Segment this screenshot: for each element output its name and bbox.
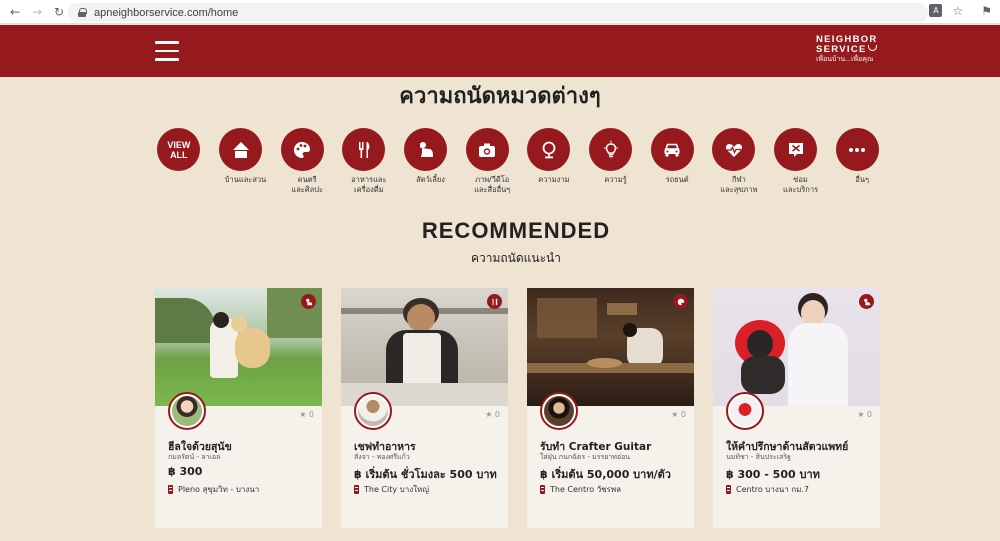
avatar[interactable]	[168, 392, 206, 430]
translate-icon[interactable]: A	[929, 4, 943, 17]
house-icon	[219, 128, 262, 171]
category-label: กีฬา และสุขภาพ	[720, 175, 758, 194]
category-photo-video[interactable]: ภาพ/วีดีโอ และสื่ออื่นๆ	[456, 128, 518, 195]
lightbulb-icon	[589, 128, 633, 171]
category-label: สัตว์เลี้ยง	[416, 175, 445, 184]
utensils-icon	[342, 128, 386, 171]
car-icon	[650, 128, 694, 171]
card-photo	[527, 288, 694, 406]
building-icon	[168, 485, 173, 494]
category-music-art[interactable]: ดนตรี และศิลปะ	[271, 128, 333, 195]
service-card[interactable]: ★ 0 ให้คำปรึกษาด้านสัตวแพทย์ นมทิชา - สิ…	[713, 288, 880, 528]
card-location: The City บางใหญ่	[354, 483, 429, 496]
categories-title: ความถนัดหมวดต่างๆ	[399, 84, 601, 109]
utensils-icon	[487, 294, 502, 309]
rating: ★ 0	[671, 410, 686, 419]
card-price: ฿ เริ่มต้น 50,000 บาท/ตัว	[540, 468, 671, 481]
card-owner: กมลรัตน์ - ลาเอล	[168, 453, 221, 461]
recommended-subtitle: ความถนัดแนะนำ	[471, 251, 561, 265]
rating-value: 0	[308, 410, 314, 419]
logo-line2: SERVICE	[816, 44, 867, 55]
rating-value: 0	[494, 410, 500, 419]
avatar[interactable]	[540, 392, 578, 430]
rating: ★ 0	[299, 410, 314, 419]
tools-icon	[774, 128, 818, 171]
location-text: The Centro วัชรพล	[550, 485, 622, 494]
rating: ★ 0	[485, 410, 500, 419]
card-owner: สังจา - ทองศรีแก้ว	[354, 453, 410, 461]
category-others[interactable]: อื่นๆ	[826, 128, 888, 195]
logo-tagline: เพื่อนบ้าน...เพื่อคุณ	[816, 56, 874, 63]
category-sports-health[interactable]: กีฬา และสุขภาพ	[703, 128, 765, 195]
card-price: ฿ เริ่มต้น ชั่วโมงละ 500 บาท	[354, 468, 497, 481]
camera-icon	[465, 128, 509, 171]
view-all-label: VIEW ALL	[167, 139, 191, 160]
heartbeat-icon	[712, 128, 756, 171]
category-automotive[interactable]: รถยนต์	[641, 128, 703, 195]
mirror-icon	[527, 128, 571, 171]
menu-icon[interactable]	[155, 41, 179, 61]
card-location: Pleno สุขุมวิท - บางนา	[168, 483, 259, 496]
avatar[interactable]	[354, 392, 392, 430]
category-label: ซ่อม และบริการ	[783, 175, 819, 194]
category-label: บ้านและสวน	[224, 175, 267, 184]
brand-logo[interactable]: NEIGHBOR SERVICE เพื่อนบ้าน...เพื่อคุณ	[816, 35, 878, 65]
forward-icon[interactable]: →	[30, 5, 44, 19]
category-home-garden[interactable]: บ้านและสวน	[210, 128, 272, 195]
card-price: ฿ 300 - 500 บาท	[726, 468, 820, 481]
more-icon	[835, 128, 879, 171]
category-label: ความรู้	[604, 175, 627, 184]
site-header: NEIGHBOR SERVICE เพื่อนบ้าน...เพื่อคุณ	[0, 25, 1000, 77]
reload-icon[interactable]: ↻	[52, 5, 66, 19]
star-icon[interactable]: ☆	[952, 4, 963, 18]
category-knowledge[interactable]: ความรู้	[580, 128, 642, 195]
dog-icon	[859, 294, 874, 309]
category-label: อื่นๆ	[855, 175, 870, 184]
dog-icon	[404, 128, 448, 171]
building-icon	[540, 485, 545, 494]
location-text: Pleno สุขุมวิท - บางนา	[178, 485, 260, 494]
category-repair-service[interactable]: ซ่อม และบริการ	[765, 128, 827, 195]
building-icon	[726, 485, 731, 494]
category-beauty[interactable]: ความงาม	[518, 128, 580, 195]
browser-toolbar: ← → ↻ apneighborservice.com/home A ☆ ⚑	[0, 0, 1000, 24]
rating-value: 0	[680, 410, 686, 419]
category-label: ภาพ/วีดีโอ และสื่ออื่นๆ	[474, 175, 511, 194]
card-location: Centro บางนา กม.7	[726, 483, 809, 496]
address-bar[interactable]: apneighborservice.com/home	[68, 3, 928, 22]
service-card[interactable]: ★ 0 เชฟทำอาหาร สังจา - ทองศรีแก้ว ฿ เริ่…	[341, 288, 508, 528]
card-price: ฿ 300	[168, 465, 203, 478]
card-photo	[713, 288, 880, 406]
dog-icon	[301, 294, 316, 309]
building-icon	[354, 485, 359, 494]
card-photo	[155, 288, 322, 406]
service-card[interactable]: ★ 0 ฮีลใจด้วยสุนัข กมลรัตน์ - ลาเอล ฿ 30…	[155, 288, 322, 528]
palette-icon	[280, 128, 324, 171]
category-label: ความงาม	[538, 175, 570, 184]
back-icon[interactable]: ←	[8, 5, 22, 19]
card-owner: ใส่ฝุ่น กนกฉัตร - มรรยาทอ่อน	[540, 453, 631, 461]
card-location: The Centro วัชรพล	[540, 483, 621, 496]
category-label: อาหารและ เครื่องดื่ม	[351, 175, 387, 194]
location-text: Centro บางนา กม.7	[736, 485, 809, 494]
avatar[interactable]	[726, 392, 764, 430]
palette-icon	[673, 294, 688, 309]
lock-icon	[78, 8, 87, 17]
extensions-icon[interactable]: ⚑	[981, 4, 992, 18]
location-text: The City บางใหญ่	[364, 485, 430, 494]
category-food-drink[interactable]: อาหารและ เครื่องดื่ม	[333, 128, 395, 195]
card-owner: นมทิชา - สินประเสริฐ	[726, 453, 791, 461]
rating-value: 0	[866, 410, 872, 419]
category-view-all[interactable]: VIEW ALL	[148, 128, 210, 195]
service-card[interactable]: ★ 0 รับทำ Crafter Guitar ใส่ฝุ่น กนกฉัตร…	[527, 288, 694, 528]
category-pets[interactable]: สัตว์เลี้ยง	[395, 128, 457, 195]
category-label: รถยนต์	[665, 175, 689, 184]
category-list: VIEW ALL บ้านและสวน ดนตรี และศิลปะ อาหาร…	[148, 128, 888, 195]
recommended-cards: ★ 0 ฮีลใจด้วยสุนัข กมลรัตน์ - ลาเอล ฿ 30…	[155, 288, 880, 528]
rating: ★ 0	[857, 410, 872, 419]
card-photo	[341, 288, 508, 406]
url-text[interactable]: apneighborservice.com/home	[94, 7, 238, 19]
category-label: ดนตรี และศิลปะ	[291, 175, 323, 194]
recommended-title: RECOMMENDED	[421, 218, 611, 243]
